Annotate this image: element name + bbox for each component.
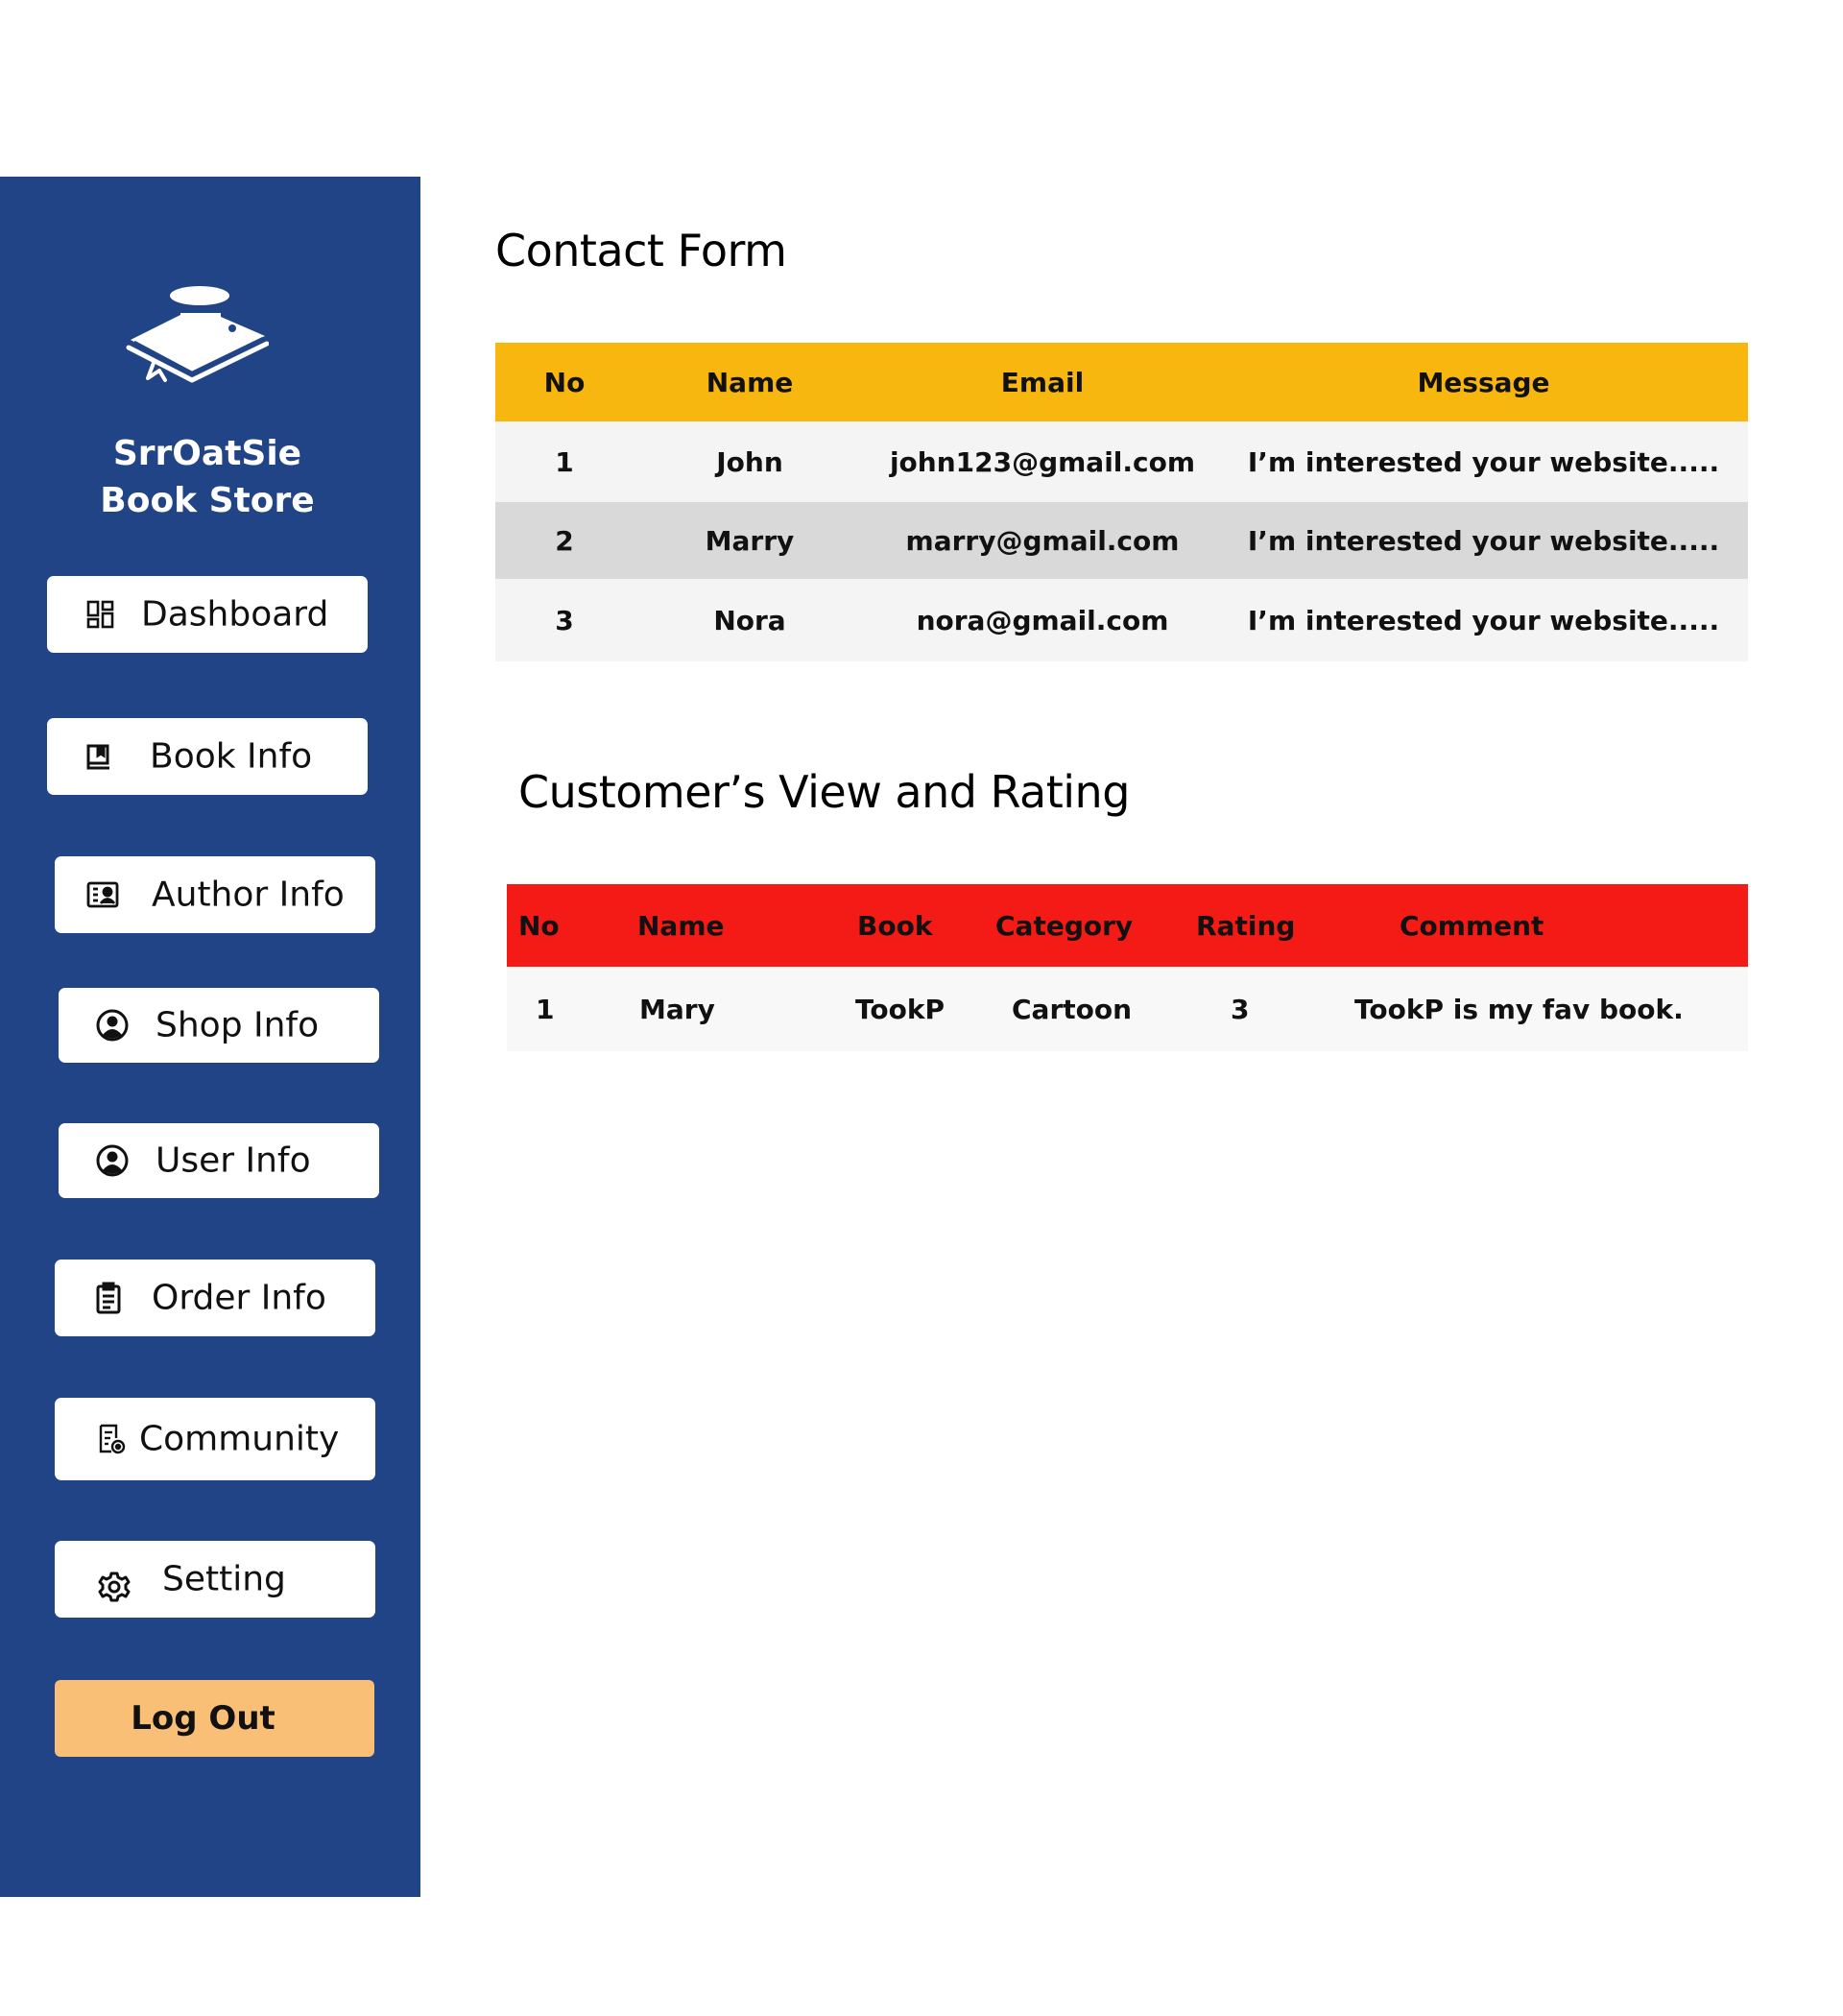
sidebar-item-label: Shop Info: [156, 1005, 320, 1045]
ratings-table: No Name Book Category Rating Comment 1 M…: [507, 884, 1748, 1051]
user-circle-icon: [95, 1143, 130, 1178]
sidebar-item-label: Setting: [162, 1559, 286, 1599]
cell-no: 3: [555, 604, 574, 636]
contact-form-title: Contact Form: [495, 225, 787, 276]
sidebar-item-label: Author Info: [152, 875, 345, 915]
column-header-email: Email: [1000, 366, 1085, 398]
cell-email: john123@gmail.com: [889, 445, 1196, 478]
column-header-no: No: [518, 909, 560, 942]
sidebar-item-author-info[interactable]: Author Info: [55, 856, 375, 933]
table-row[interactable]: 1 John john123@gmail.com I’m interested …: [495, 421, 1748, 502]
sidebar-item-label: User Info: [156, 1140, 311, 1181]
brand-name: SrrOatSie Book Store: [0, 430, 415, 524]
cell-name: John: [716, 445, 783, 478]
sidebar-item-shop-info[interactable]: Shop Info: [59, 988, 379, 1063]
table-row[interactable]: 1 Mary TookP Cartoon 3 TookP is my fav b…: [507, 967, 1748, 1051]
cell-no: 1: [555, 445, 574, 478]
brand-line-1: SrrOatSie: [112, 434, 302, 473]
sidebar-item-dashboard[interactable]: Dashboard: [47, 576, 368, 653]
contact-table: No Name Email Message 1 John john123@gma…: [495, 343, 1748, 661]
cell-category: Cartoon: [1012, 993, 1133, 1025]
sidebar: SrrOatSie Book Store Dashboard Book Info: [0, 177, 420, 1897]
cell-email: marry@gmail.com: [905, 524, 1180, 557]
column-header-comment: Comment: [1400, 909, 1544, 942]
sidebar-item-label: Dashboard: [141, 594, 329, 635]
cell-name: Nora: [713, 604, 786, 636]
cell-comment: TookP is my fav book.: [1354, 993, 1684, 1025]
sidebar-item-order-info[interactable]: Order Info: [55, 1260, 375, 1336]
sidebar-item-label: Community: [139, 1419, 340, 1459]
table-header-row: No Name Book Category Rating Comment: [507, 884, 1748, 967]
document-settings-icon: [95, 1422, 130, 1456]
column-header-name: Name: [706, 366, 794, 398]
cell-email: nora@gmail.com: [916, 604, 1169, 636]
sidebar-item-book-info[interactable]: Book Info: [47, 718, 368, 795]
cell-message: I’m interested your website.....: [1247, 445, 1720, 478]
sidebar-item-user-info[interactable]: User Info: [59, 1123, 379, 1198]
sidebar-item-label: Order Info: [152, 1278, 326, 1318]
cell-rating: 3: [1231, 993, 1250, 1025]
sidebar-item-setting[interactable]: Setting: [55, 1541, 375, 1618]
clipboard-icon: [91, 1281, 126, 1315]
cell-no: 1: [536, 993, 555, 1025]
ratings-title: Customer’s View and Rating: [518, 766, 1130, 818]
table-row[interactable]: 2 Marry marry@gmail.com I’m interested y…: [495, 502, 1748, 579]
column-header-no: No: [543, 366, 586, 398]
sidebar-item-label: Book Info: [150, 736, 313, 777]
logout-button[interactable]: Log Out: [55, 1680, 374, 1757]
book-with-hat-icon: [125, 284, 270, 390]
book-icon: [82, 739, 116, 774]
cell-message: I’m interested your website.....: [1247, 604, 1720, 636]
column-header-name: Name: [637, 909, 725, 942]
dashboard-icon: [84, 597, 118, 632]
sidebar-item-community[interactable]: Community: [55, 1398, 375, 1480]
column-header-book: Book: [857, 909, 933, 942]
table-row[interactable]: 3 Nora nora@gmail.com I’m interested you…: [495, 579, 1748, 661]
brand-line-2: Book Store: [100, 481, 315, 520]
gear-icon: [97, 1570, 132, 1604]
id-card-icon: [85, 877, 120, 912]
cell-message: I’m interested your website.....: [1247, 524, 1720, 557]
cell-name: Mary: [639, 993, 715, 1025]
table-header-row: No Name Email Message: [495, 343, 1748, 421]
user-circle-icon: [95, 1008, 130, 1043]
logout-label: Log Out: [131, 1699, 275, 1738]
cell-no: 2: [555, 524, 574, 557]
cell-book: TookP: [855, 993, 945, 1025]
cell-name: Marry: [705, 524, 795, 557]
column-header-message: Message: [1417, 366, 1550, 398]
column-header-category: Category: [995, 909, 1134, 942]
column-header-rating: Rating: [1196, 909, 1296, 942]
